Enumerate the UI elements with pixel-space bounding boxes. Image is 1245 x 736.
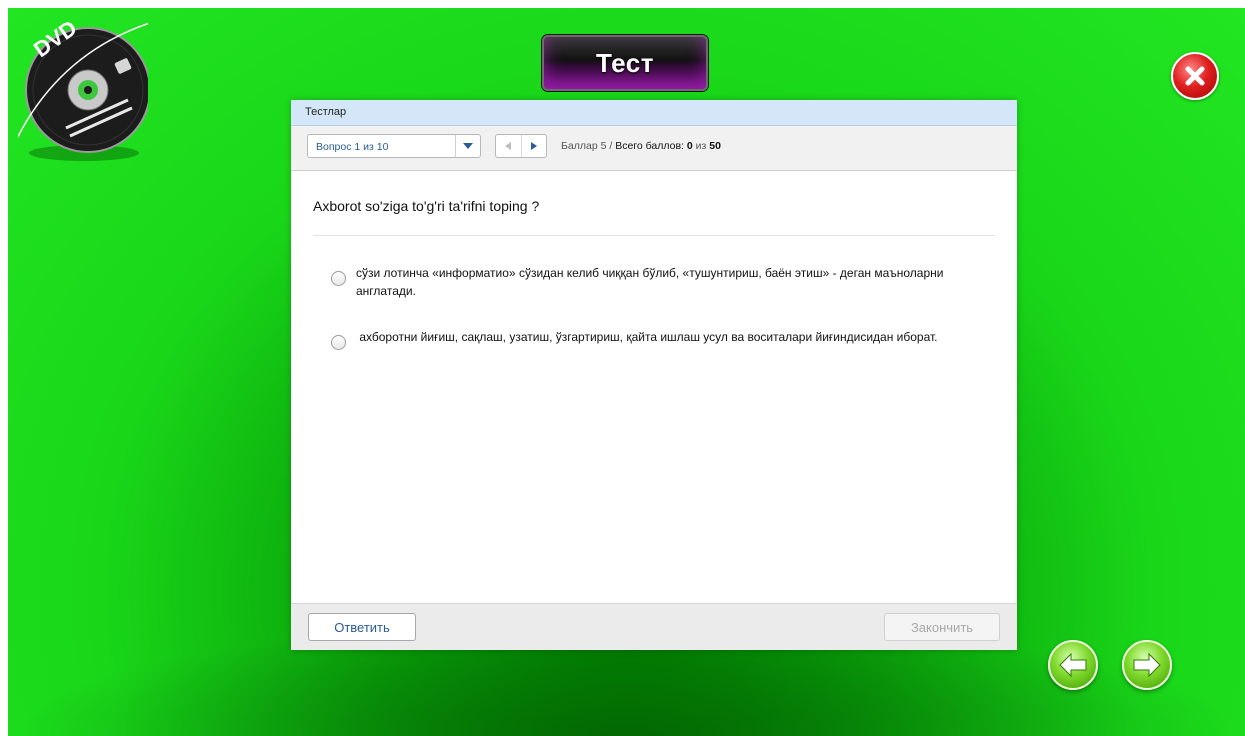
arrow-left-icon <box>1059 652 1087 678</box>
test-panel: Тестлар Вопрос 1 из 10 Баллар 5 / Всего … <box>291 100 1017 650</box>
panel-footer: Ответить Закончить <box>291 603 1017 650</box>
app-stage: DVD Тест Тестлар Вопрос 1 из 10 Баллар 5… <box>8 8 1245 736</box>
question-pager <box>495 134 547 158</box>
triangle-left-icon <box>505 142 512 150</box>
earned-score: 0 <box>686 140 693 152</box>
of-label: из <box>695 140 707 152</box>
divider <box>313 235 995 236</box>
prev-question-button[interactable] <box>496 135 522 157</box>
answer-option-label: ахборотни йиғиш, сақлаш, узатиш, ўзгарти… <box>356 330 938 344</box>
finish-button[interactable]: Закончить <box>884 613 1000 641</box>
dvd-logo: DVD <box>18 15 148 161</box>
total-score-label: Всего баллов: <box>615 140 684 152</box>
arrow-right-icon <box>1133 652 1161 678</box>
score-value: 5 <box>600 140 607 152</box>
close-button[interactable] <box>1171 52 1219 100</box>
score-label: Баллар <box>561 140 598 152</box>
close-icon <box>1185 66 1205 86</box>
question-toolbar: Вопрос 1 из 10 Баллар 5 / Всего баллов: … <box>291 126 1017 171</box>
triangle-right-icon <box>530 142 537 150</box>
app-title: Тест <box>596 47 654 78</box>
max-score: 50 <box>709 140 721 152</box>
next-page-button[interactable] <box>1122 640 1172 690</box>
prev-page-button[interactable] <box>1048 640 1098 690</box>
score-separator: / <box>609 140 613 152</box>
panel-header: Тестлар <box>291 100 1017 126</box>
title-badge: Тест <box>542 35 708 91</box>
question-selector[interactable]: Вопрос 1 из 10 <box>307 134 481 158</box>
question-text: Axborot so'ziga to'g'ri ta'rifni toping … <box>313 198 540 214</box>
next-question-button[interactable] <box>522 135 547 157</box>
chevron-down-icon[interactable] <box>455 135 480 157</box>
question-selector-value: Вопрос 1 из 10 <box>316 141 389 153</box>
score-info: Баллар 5 / Всего баллов: 0 из 50 <box>561 134 721 158</box>
radio-button[interactable] <box>331 335 346 350</box>
answer-option-label: сўзи лотинча «информатио» сўзидан келиб … <box>356 266 944 298</box>
answer-button[interactable]: Ответить <box>308 613 416 641</box>
answer-option[interactable]: ахборотни йиғиш, сақлаш, узатиш, ўзгарти… <box>331 328 981 350</box>
answer-option[interactable]: сўзи лотинча «информатио» сўзидан келиб … <box>331 264 981 300</box>
radio-button[interactable] <box>331 271 346 286</box>
